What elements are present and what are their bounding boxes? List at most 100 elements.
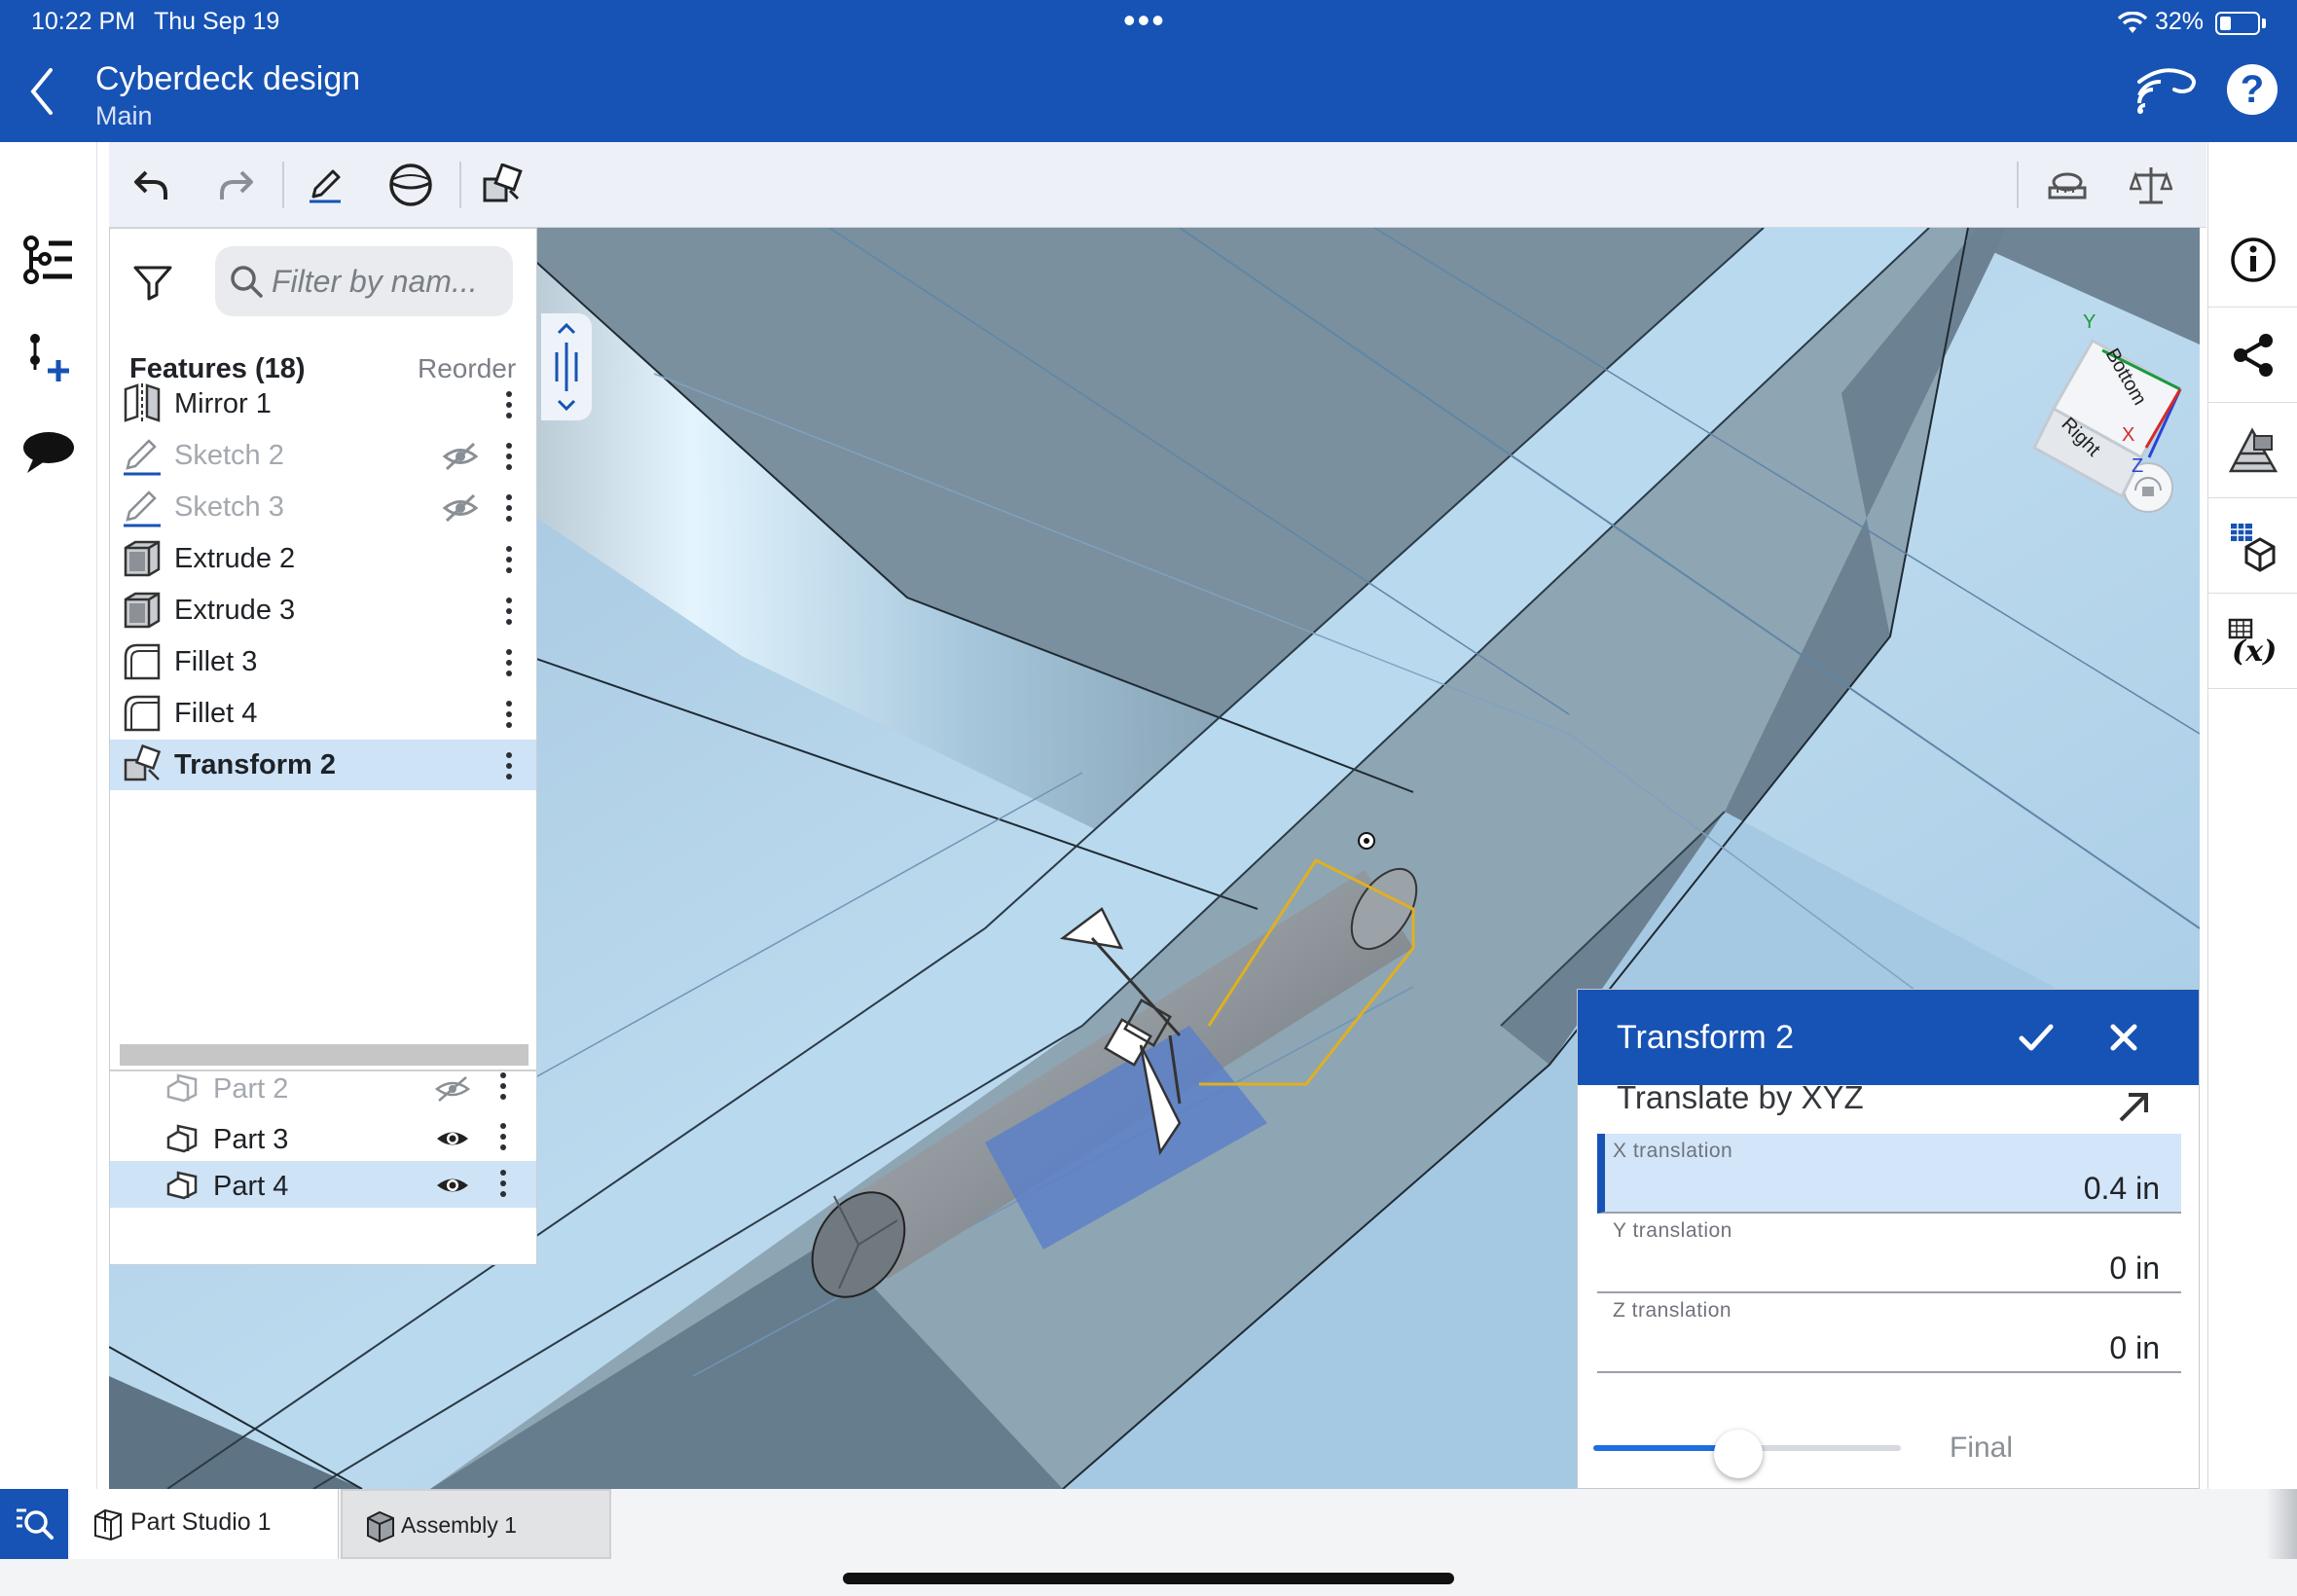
feature-label: Fillet 4 <box>174 698 258 729</box>
field-value[interactable]: 0.4 in <box>2084 1171 2160 1207</box>
configurations-button[interactable] <box>2208 498 2297 594</box>
home-indicator[interactable] <box>843 1573 1454 1584</box>
battery-icon <box>2215 12 2260 35</box>
part-menu-button[interactable] <box>495 1167 511 1202</box>
help-button[interactable]: ? <box>2227 64 2278 115</box>
feature-row-transform-2[interactable]: Transform 2 <box>110 740 536 790</box>
part-icon <box>166 1124 198 1153</box>
redo-icon <box>220 170 253 200</box>
appearance-button[interactable] <box>2208 403 2297 498</box>
feature-menu-button[interactable] <box>501 595 517 630</box>
feature-menu-button[interactable] <box>501 646 517 681</box>
feature-label: Mirror 1 <box>174 388 272 419</box>
confirm-button[interactable] <box>2012 1013 2060 1062</box>
variables-icon: (x) <box>2228 618 2277 667</box>
part-menu-button[interactable] <box>495 1070 511 1105</box>
extrude-icon <box>124 540 161 577</box>
rollback-bar[interactable] <box>120 1044 529 1066</box>
part-studio-icon <box>94 1508 122 1542</box>
hidden-eye-icon[interactable] <box>441 493 480 523</box>
search-icon <box>231 266 263 298</box>
visible-eye-icon[interactable] <box>435 1173 470 1198</box>
view-cube[interactable]: Bottom Right Y X Z <box>1986 311 2200 506</box>
feature-menu-button[interactable] <box>501 698 517 733</box>
field-label: Z translation <box>1613 1299 1732 1322</box>
feature-label: Extrude 2 <box>174 543 296 574</box>
feature-list-panel: Features (18) Reorder Mirror 1Sketch 2Sk… <box>109 228 537 1070</box>
appearance-icon <box>2228 426 2279 472</box>
tab-assembly-1[interactable]: Assembly 1 <box>341 1489 611 1559</box>
panel-resize-handle[interactable] <box>541 313 592 420</box>
document-branch[interactable]: Main <box>95 101 153 131</box>
tab-search-button[interactable] <box>0 1489 68 1559</box>
part-row-part-3[interactable]: Part 3 <box>110 1114 536 1161</box>
fillet-icon <box>124 643 161 680</box>
battery-percent: 32% <box>2155 8 2205 35</box>
filter-search-box[interactable] <box>215 246 513 316</box>
filter-input[interactable] <box>272 260 505 303</box>
insert-feature-icon[interactable] <box>25 331 74 385</box>
feature-row-sketch-3[interactable]: Sketch 3 <box>110 482 536 532</box>
close-icon <box>2110 1024 2137 1051</box>
cancel-button[interactable] <box>2099 1013 2148 1062</box>
part-row-part-4[interactable]: Part 4 <box>110 1161 536 1208</box>
field-value[interactable]: 0 in <box>2109 1330 2160 1366</box>
multitasking-dots[interactable]: ••• <box>1123 0 1166 41</box>
feature-menu-button[interactable] <box>501 491 517 526</box>
comments-icon[interactable] <box>21 430 76 475</box>
feature-menu-button[interactable] <box>501 543 517 578</box>
transform-button[interactable] <box>477 160 528 210</box>
feature-row-sketch-2[interactable]: Sketch 2 <box>110 430 536 481</box>
assembly-icon <box>367 1510 394 1543</box>
feature-row-mirror-1[interactable]: Mirror 1 <box>110 379 536 429</box>
feature-label: Extrude 3 <box>174 595 296 626</box>
undo-icon <box>134 170 167 200</box>
follow-mode-button[interactable] <box>2132 60 2200 119</box>
undo-button[interactable] <box>127 160 177 210</box>
part-menu-button[interactable] <box>495 1120 511 1155</box>
measure-button[interactable] <box>2042 160 2093 210</box>
tab-label: Part Studio 1 <box>130 1508 272 1536</box>
tab-label: Assembly 1 <box>401 1512 517 1538</box>
visible-eye-icon[interactable] <box>435 1126 470 1151</box>
z-translation-field[interactable]: Z translation 0 in <box>1597 1293 2181 1373</box>
feature-tree-icon[interactable] <box>21 236 76 290</box>
feature-row-extrude-3[interactable]: Extrude 3 <box>110 585 536 635</box>
configurations-icon <box>2231 523 2276 572</box>
filter-button[interactable] <box>131 260 174 303</box>
feature-menu-button[interactable] <box>501 388 517 423</box>
rollback-slider-knob[interactable] <box>1713 1430 1763 1478</box>
top-header-bar: 10:22 PM Thu Sep 19 ••• 32% Cyberdeck de… <box>0 0 2297 142</box>
toolbar <box>109 142 2206 228</box>
feature-menu-button[interactable] <box>501 749 517 784</box>
share-button[interactable] <box>2208 308 2297 403</box>
sketch-button[interactable] <box>300 160 350 210</box>
transform-dialog: Translate by XYZ Transform 2 X translati… <box>1577 989 2200 1489</box>
feature-menu-button[interactable] <box>501 440 517 475</box>
edit-arrow-icon[interactable] <box>2115 1087 2154 1126</box>
mirror-icon <box>124 383 161 424</box>
info-button[interactable] <box>2208 212 2297 308</box>
x-translation-field[interactable]: X translation 0.4 in <box>1597 1134 2181 1214</box>
feature-label: Fillet 3 <box>174 646 258 677</box>
dialog-header: Transform 2 <box>1578 990 2199 1085</box>
feature-row-extrude-2[interactable]: Extrude 2 <box>110 533 536 584</box>
hidden-eye-icon[interactable] <box>435 1075 470 1103</box>
feature-row-fillet-3[interactable]: Fillet 3 <box>110 636 536 687</box>
redo-button[interactable] <box>210 160 261 210</box>
field-value[interactable]: 0 in <box>2109 1251 2160 1287</box>
back-button[interactable] <box>21 56 70 125</box>
cast-icon <box>2137 68 2196 114</box>
part-row-part-2[interactable]: Part 2 <box>110 1064 536 1110</box>
filter-funnel-icon <box>133 266 172 301</box>
hidden-eye-icon[interactable] <box>441 442 480 471</box>
y-translation-field[interactable]: Y translation 0 in <box>1597 1214 2181 1293</box>
variables-button[interactable]: (x) <box>2208 594 2297 689</box>
extrude-icon <box>124 592 161 629</box>
tab-part-studio-1[interactable]: Part Studio 1 <box>70 1489 339 1559</box>
tab-search-icon <box>17 1508 54 1540</box>
chevron-left-icon <box>30 68 53 115</box>
view-button[interactable] <box>385 160 436 210</box>
mass-properties-button[interactable] <box>2126 160 2176 210</box>
feature-row-fillet-4[interactable]: Fillet 4 <box>110 688 536 739</box>
